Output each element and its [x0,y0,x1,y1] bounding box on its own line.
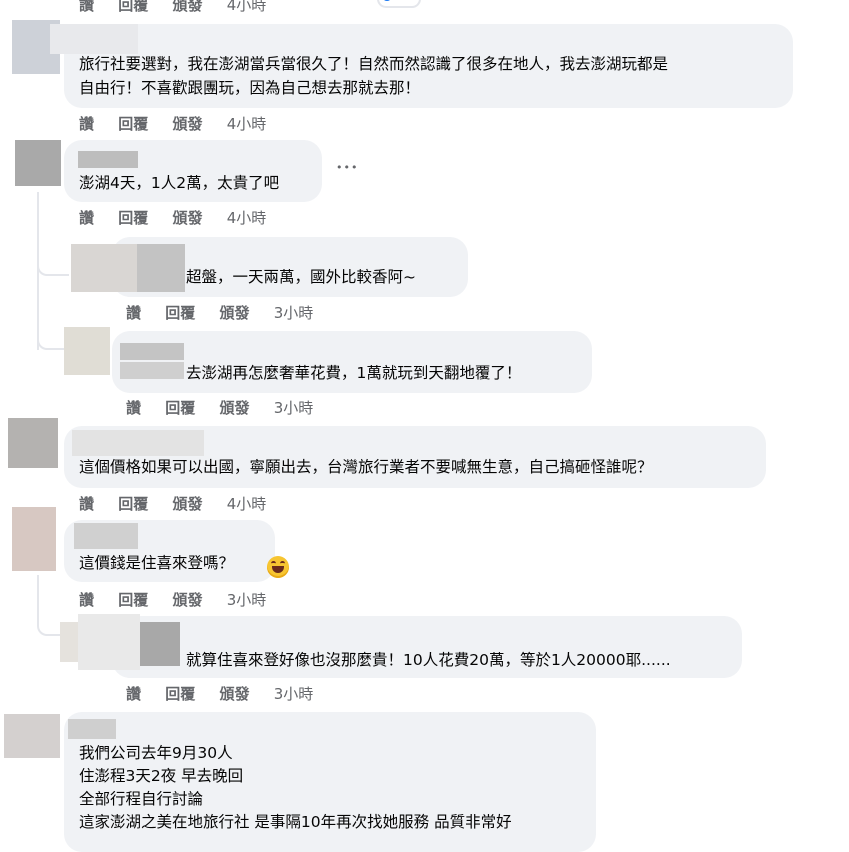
author-name-blurred[interactable] [137,244,185,292]
thread-connector [37,334,67,350]
comment-text: 自由行！不喜歡跟團玩，因為自己想去那就去那！ [79,79,421,97]
like-link[interactable]: 讚 [79,494,94,514]
like-link[interactable]: 讚 [79,114,94,134]
action-row: 讚 回覆 頒發 3小時 [79,590,285,610]
share-link[interactable]: 頒發 [173,208,203,228]
reply-link[interactable]: 回覆 [118,0,148,15]
like-link[interactable]: 讚 [126,684,141,704]
author-name-blurred[interactable] [72,430,204,456]
reply-link[interactable]: 回覆 [165,398,195,418]
share-link[interactable]: 頒發 [220,398,250,418]
comment-text: 住澎程3天2夜 早去晚回 [79,767,244,785]
avatar[interactable] [71,244,137,292]
author-name-blurred[interactable] [74,523,138,549]
comment-text: 澎湖4天，1人2萬，太貴了吧 [79,174,280,192]
author-name-blurred[interactable] [120,362,184,379]
like-link[interactable]: 讚 [126,303,141,323]
action-row: 讚 回覆 頒發 4小時 [79,494,285,514]
avatar[interactable] [12,507,56,571]
action-row: 讚 回覆 頒發 4小時 [79,208,285,228]
comment-bubble: 這個價格如果可以出國，寧願出去，台灣旅行業者不要喊無生意，自己搞砸怪誰呢？ [64,426,766,488]
comment-text: 我們公司去年9月30人 [79,744,233,762]
comment-time[interactable]: 3小時 [274,398,314,418]
author-name-blurred[interactable] [120,343,184,360]
comment-time[interactable]: 3小時 [274,303,314,323]
reply-link[interactable]: 回覆 [118,590,148,610]
author-name-blurred[interactable] [140,622,180,666]
like-link[interactable]: 讚 [126,398,141,418]
comment-time[interactable]: 4小時 [227,114,267,134]
comment-bubble: 澎湖4天，1人2萬，太貴了吧 [64,140,322,202]
thread-line [37,575,39,621]
comment-bubble: 去澎湖再怎麼奢華花費，1萬就玩到天翻地覆了！ [112,331,592,393]
avatar[interactable] [15,140,61,186]
reply-link[interactable]: 回覆 [165,303,195,323]
like-link[interactable]: 讚 [79,590,94,610]
comment-text: 這價錢是住喜來登嗎？ [79,554,235,572]
reply-link[interactable]: 回覆 [118,494,148,514]
action-row: 讚 回覆 頒發 3小時 [126,303,332,323]
comment-text: 去澎湖再怎麼奢華花費，1萬就玩到天翻地覆了！ [186,364,522,382]
comment-time[interactable]: 4小時 [227,0,267,15]
grinning-squinting-face-icon [267,556,289,578]
comment-time[interactable]: 4小時 [227,494,267,514]
share-link[interactable]: 頒發 [173,114,203,134]
avatar[interactable] [60,622,78,662]
reply-link[interactable]: 回覆 [118,114,148,134]
comment-bubble: 這價錢是住喜來登嗎？ [64,520,275,582]
comment-text: 超盤，一天兩萬，國外比較香阿~ [186,268,416,286]
avatar[interactable] [4,714,60,758]
avatar[interactable] [64,327,110,375]
action-row-top: 讚 回覆 頒發 4小時 [79,0,285,15]
comment-time[interactable]: 3小時 [274,684,314,704]
share-link[interactable]: 頒發 [220,684,250,704]
comment-text: 旅行社要選對，我在澎湖當兵當很久了！自然而然認識了很多在地人，我去澎湖玩都是 [79,55,669,73]
comment-bubble: 就算住喜來登好像也沒那麼貴！10人花費20萬，等於1人20000耶...... [112,616,742,678]
comment-text: 這家澎湖之美在地旅行社 是事隔10年再次找她服務 品質非常好 [79,813,512,831]
share-link[interactable]: 頒發 [220,303,250,323]
share-link[interactable]: 頒發 [173,590,203,610]
more-options-icon[interactable]: ••• [336,161,358,174]
avatar[interactable] [78,614,140,670]
reply-link[interactable]: 回覆 [118,208,148,228]
action-row: 讚 回覆 頒發 3小時 [126,398,332,418]
comment-text: 這個價格如果可以出國，寧願出去，台灣旅行業者不要喊無生意，自己搞砸怪誰呢？ [79,458,653,476]
avatar[interactable] [8,418,58,468]
reply-link[interactable]: 回覆 [165,684,195,704]
like-link[interactable]: 讚 [79,0,94,15]
comment-text: 全部行程自行討論 [79,790,204,808]
comment-time[interactable]: 3小時 [227,590,267,610]
action-row: 讚 回覆 頒發 4小時 [79,114,285,134]
thread-connector [37,260,69,276]
comment-bubble: 旅行社要選對，我在澎湖當兵當很久了！自然而然認識了很多在地人，我去澎湖玩都是 自… [50,24,793,108]
comment-bubble: 我們公司去年9月30人 住澎程3天2夜 早去晚回 全部行程自行討論 這家澎湖之美… [64,712,596,852]
author-name-blurred[interactable] [68,719,116,739]
share-link[interactable]: 頒發 [173,494,203,514]
author-name-blurred[interactable] [78,151,138,168]
like-link[interactable]: 讚 [79,208,94,228]
comment-text: 就算住喜來登好像也沒那麼貴！10人花費20萬，等於1人20000耶...... [186,651,671,669]
author-name-blurred[interactable] [50,24,138,54]
action-row: 讚 回覆 頒發 3小時 [126,684,332,704]
toggle-icon [377,0,421,8]
share-link[interactable]: 頒發 [173,0,203,15]
comment-time[interactable]: 4小時 [227,208,267,228]
